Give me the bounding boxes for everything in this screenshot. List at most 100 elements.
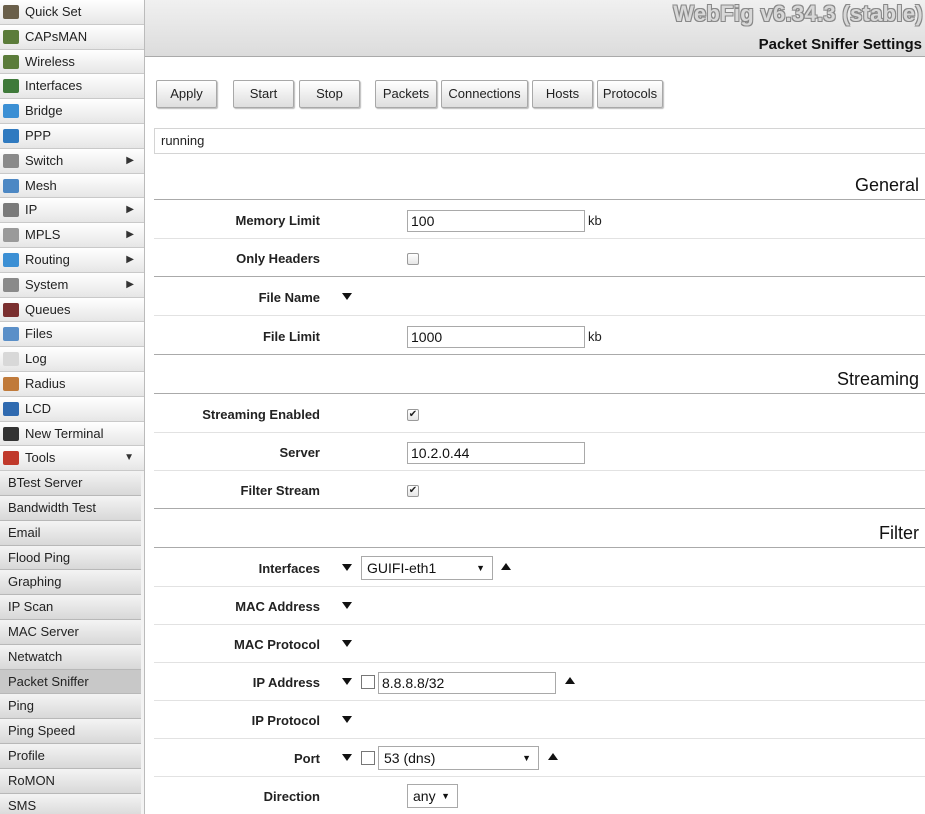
only-headers-checkbox[interactable]: [407, 253, 419, 265]
mpls-icon: [3, 228, 19, 243]
apply-button[interactable]: Apply: [156, 80, 217, 108]
sidebar-item-ip[interactable]: IP ▶: [0, 198, 144, 224]
sidebar-item-bridge[interactable]: Bridge: [0, 99, 144, 124]
only-headers-row: Only Headers: [154, 239, 925, 277]
submenu-item-ping-speed[interactable]: Ping Speed: [0, 719, 141, 744]
sidebar-item-tools[interactable]: Tools ▼: [0, 446, 144, 472]
sidebar-item-label: Routing: [25, 251, 70, 267]
log-icon: [3, 352, 19, 367]
filter-stream-row: Filter Stream ✔: [154, 471, 925, 509]
sidebar-item-label: Log: [25, 351, 47, 367]
connections-button[interactable]: Connections: [441, 80, 528, 108]
terminal-icon: [3, 426, 19, 441]
submenu-item-email[interactable]: Email: [0, 520, 141, 546]
only-headers-label: Only Headers: [236, 251, 320, 266]
sidebar-item-queues[interactable]: Queues: [0, 297, 144, 323]
ip-address-input[interactable]: [378, 672, 556, 694]
memory-limit-row: Memory Limit kb: [154, 201, 925, 239]
port-remove-icon[interactable]: [548, 753, 558, 760]
port-label: Port: [294, 751, 320, 766]
port-select[interactable]: 53 (dns) ▼: [378, 746, 539, 770]
sidebar-item-mpls[interactable]: MPLS ▶: [0, 223, 144, 248]
sidebar-item-ppp[interactable]: PPP: [0, 123, 144, 149]
sidebar-item-label: Queues: [25, 301, 71, 317]
sidebar-item-mesh[interactable]: Mesh: [0, 173, 144, 199]
antenna-icon: [3, 29, 19, 44]
quick-set-icon: [3, 5, 19, 19]
sidebar-item-label: New Terminal: [25, 425, 104, 441]
interfaces-select[interactable]: GUIFI-eth1 ▼: [361, 556, 493, 580]
memory-limit-input[interactable]: [407, 210, 585, 232]
mac-protocol-expand-icon[interactable]: [342, 640, 352, 647]
chevron-right-icon: ▶: [126, 204, 134, 216]
submenu-item-ip-scan[interactable]: IP Scan: [0, 595, 141, 620]
streaming-enabled-checkbox[interactable]: ✔: [407, 409, 419, 421]
hosts-button[interactable]: Hosts: [532, 80, 593, 108]
sidebar-item-capsman[interactable]: CAPsMAN: [0, 24, 144, 50]
ip-icon: [3, 203, 19, 218]
file-name-label: File Name: [258, 290, 320, 305]
submenu-item-netwatch[interactable]: Netwatch: [0, 644, 141, 670]
bridge-icon: [3, 104, 19, 119]
direction-select[interactable]: any ▼: [407, 784, 458, 808]
sidebar-item-routing[interactable]: Routing ▶: [0, 247, 144, 273]
chevron-down-icon: ▼: [522, 753, 531, 763]
submenu-item-profile[interactable]: Profile: [0, 743, 141, 769]
monitor-icon: [3, 401, 19, 416]
port-value: 53 (dns): [384, 750, 436, 766]
sidebar-item-label: Wireless: [25, 53, 75, 69]
app-title: WebFig v6.34.3 (stable): [673, 1, 923, 26]
submenu-item-graphing[interactable]: Graphing: [0, 570, 141, 596]
radius-icon: [3, 376, 19, 391]
section-filter: Filter: [154, 510, 925, 548]
chevron-right-icon: ▶: [126, 278, 134, 290]
stop-button[interactable]: Stop: [299, 80, 360, 108]
sidebar-item-new-terminal[interactable]: New Terminal: [0, 421, 144, 447]
streaming-enabled-row: Streaming Enabled ✔: [154, 395, 925, 433]
ip-address-collapse-icon[interactable]: [342, 678, 352, 685]
section-title: Streaming: [836, 369, 919, 389]
sidebar-item-files[interactable]: Files: [0, 322, 144, 348]
submenu-item-mac-server[interactable]: MAC Server: [0, 619, 141, 645]
file-limit-label: File Limit: [262, 329, 320, 344]
ip-protocol-expand-icon[interactable]: [342, 716, 352, 723]
submenu-item-packet-sniffer[interactable]: Packet Sniffer: [0, 669, 141, 695]
port-negate-checkbox[interactable]: [361, 751, 375, 765]
interfaces-collapse-icon[interactable]: [342, 564, 352, 571]
section-title: General: [854, 175, 919, 195]
interfaces-remove-icon[interactable]: [501, 563, 511, 570]
file-name-expand-icon[interactable]: [342, 293, 352, 300]
submenu-item-bandwidth-test[interactable]: Bandwidth Test: [0, 495, 141, 521]
ip-address-remove-icon[interactable]: [565, 677, 575, 684]
routing-icon: [3, 252, 19, 267]
sidebar-item-switch[interactable]: Switch ▶: [0, 148, 144, 174]
packets-button[interactable]: Packets: [375, 80, 437, 108]
sidebar-item-interfaces[interactable]: Interfaces: [0, 74, 144, 100]
file-limit-input[interactable]: [407, 326, 585, 348]
sidebar-item-log[interactable]: Log: [0, 347, 144, 372]
submenu-item-ping[interactable]: Ping: [0, 694, 141, 720]
sidebar-item-system[interactable]: System ▶: [0, 272, 144, 298]
sidebar-item-quick-set[interactable]: Quick Set: [0, 0, 144, 25]
start-button[interactable]: Start: [233, 80, 294, 108]
submenu-item-btest-server[interactable]: BTest Server: [0, 471, 141, 496]
direction-row: Direction any ▼: [154, 777, 925, 814]
submenu-item-flood-ping[interactable]: Flood Ping: [0, 545, 141, 571]
interfaces-icon: [3, 79, 19, 94]
mac-address-expand-icon[interactable]: [342, 602, 352, 609]
sidebar-item-lcd[interactable]: LCD: [0, 396, 144, 422]
switch-icon: [3, 153, 19, 168]
main-menu: Quick Set CAPsMAN Wireless Interfaces Bridge…: [0, 0, 144, 472]
submenu-item-romon[interactable]: RoMON: [0, 768, 141, 794]
server-input[interactable]: [407, 442, 585, 464]
chevron-down-icon: ▼: [441, 791, 450, 801]
ip-address-negate-checkbox[interactable]: [361, 675, 375, 689]
protocols-button[interactable]: Protocols: [597, 80, 663, 108]
tools-submenu: BTest Server Bandwidth Test Email Flood Pin…: [0, 471, 144, 814]
submenu-item-sms[interactable]: SMS: [0, 793, 141, 814]
header: WebFig v6.34.3 (stable) Packet Sniffer S…: [145, 0, 925, 57]
port-collapse-icon[interactable]: [342, 754, 352, 761]
filter-stream-checkbox[interactable]: ✔: [407, 485, 419, 497]
sidebar-item-wireless[interactable]: Wireless: [0, 49, 144, 75]
sidebar-item-radius[interactable]: Radius: [0, 371, 144, 397]
